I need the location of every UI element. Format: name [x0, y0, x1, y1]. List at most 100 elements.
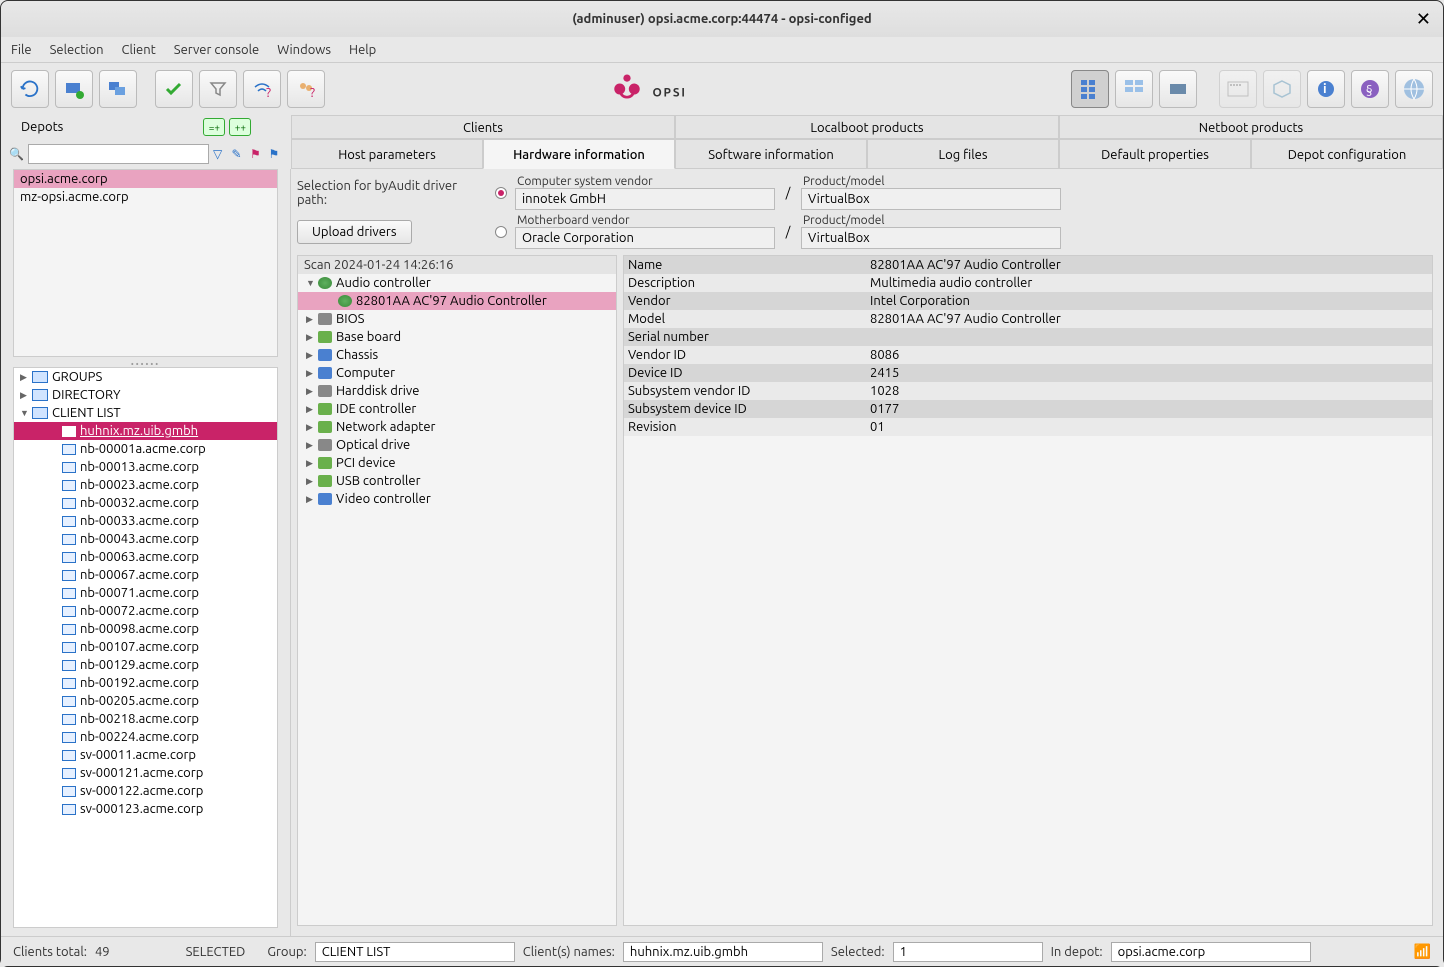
tab-host-params[interactable]: Host parameters — [291, 139, 483, 169]
view-server-icon[interactable] — [1159, 70, 1197, 108]
client-item[interactable]: nb-00098.acme.corp — [14, 620, 277, 638]
client-item[interactable]: sv-000121.acme.corp — [14, 764, 277, 782]
depot-plus-plus-button[interactable]: ++ — [229, 118, 251, 136]
client-item[interactable]: nb-00013.acme.corp — [14, 458, 277, 476]
multi-client-icon[interactable] — [99, 70, 137, 108]
cs-vendor-field[interactable] — [515, 188, 775, 210]
client-item[interactable]: nb-00224.acme.corp — [14, 728, 277, 746]
close-icon[interactable]: ✕ — [1416, 9, 1431, 30]
depot-eq-plus-button[interactable]: =+ — [203, 118, 225, 136]
client-item[interactable]: sv-000122.acme.corp — [14, 782, 277, 800]
tree-client-list[interactable]: ▼ CLIENT LIST — [14, 404, 277, 422]
hw-baseboard[interactable]: ▶Base board — [298, 328, 616, 346]
tab-hardware-info[interactable]: Hardware information — [483, 139, 675, 169]
client-item[interactable]: nb-00107.acme.corp — [14, 638, 277, 656]
radio-mb-vendor[interactable] — [495, 226, 507, 238]
client-item[interactable]: huhnix.mz.uib.gmbh — [14, 422, 277, 440]
client-item[interactable]: nb-00205.acme.corp — [14, 692, 277, 710]
tab-clients[interactable]: Clients — [291, 115, 675, 139]
tree-groups[interactable]: ▶ GROUPS — [14, 368, 277, 386]
hw-harddisk[interactable]: ▶Harddisk drive — [298, 382, 616, 400]
menu-windows[interactable]: Windows — [277, 43, 331, 57]
hw-ide[interactable]: ▶IDE controller — [298, 400, 616, 418]
depots-list[interactable]: opsi.acme.corpmz-opsi.acme.corp — [13, 169, 278, 357]
client-item[interactable]: nb-00072.acme.corp — [14, 602, 277, 620]
prop-row[interactable]: DescriptionMultimedia audio controller — [624, 274, 1432, 292]
sb-group-field[interactable] — [315, 942, 515, 962]
client-item[interactable]: sv-00011.acme.corp — [14, 746, 277, 764]
client-item[interactable]: nb-00043.acme.corp — [14, 530, 277, 548]
client-item[interactable]: nb-00218.acme.corp — [14, 710, 277, 728]
hw-netadapter[interactable]: ▶Network adapter — [298, 418, 616, 436]
hardware-tree[interactable]: Scan 2024-01-24 14:26:16 ▼Audio controll… — [297, 255, 617, 926]
tree-directory[interactable]: ▶ DIRECTORY — [14, 386, 277, 404]
tab-log-files[interactable]: Log files — [867, 139, 1059, 169]
tab-default-props[interactable]: Default properties — [1059, 139, 1251, 169]
prop-row[interactable]: Vendor ID8086 — [624, 346, 1432, 364]
package-icon[interactable] — [1263, 70, 1301, 108]
prop-row[interactable]: Subsystem device ID0177 — [624, 400, 1432, 418]
view-clients-icon[interactable] — [1071, 70, 1109, 108]
pm2-field[interactable] — [801, 227, 1061, 249]
depot-search-input[interactable] — [28, 144, 209, 164]
filter-icon[interactable] — [199, 70, 237, 108]
depot-item[interactable]: opsi.acme.corp — [14, 170, 277, 188]
client-item[interactable]: nb-00063.acme.corp — [14, 548, 277, 566]
sb-in-depot-field[interactable] — [1111, 942, 1311, 962]
new-client-icon[interactable] — [55, 70, 93, 108]
hw-computer[interactable]: ▶Computer — [298, 364, 616, 382]
sb-client-names-field[interactable] — [623, 942, 823, 962]
upload-drivers-button[interactable]: Upload drivers — [297, 220, 412, 244]
view-tiles-icon[interactable] — [1115, 70, 1153, 108]
client-item[interactable]: sv-000123.acme.corp — [14, 800, 277, 818]
prop-row[interactable]: Device ID2415 — [624, 364, 1432, 382]
pin-icon[interactable]: ✎ — [231, 147, 246, 161]
hw-optical[interactable]: ▶Optical drive — [298, 436, 616, 454]
prop-row[interactable]: Model82801AA AC'97 Audio Controller — [624, 310, 1432, 328]
client-item[interactable]: nb-00071.acme.corp — [14, 584, 277, 602]
tab-netboot[interactable]: Netboot products — [1059, 115, 1443, 139]
menu-file[interactable]: File — [11, 43, 32, 57]
hw-chassis[interactable]: ▶Chassis — [298, 346, 616, 364]
prop-row[interactable]: Name82801AA AC'97 Audio Controller — [624, 256, 1432, 274]
hw-audio-item[interactable]: 82801AA AC'97 Audio Controller — [298, 292, 616, 310]
flag2-icon[interactable]: ⚑ — [269, 147, 284, 161]
tab-software-info[interactable]: Software information — [675, 139, 867, 169]
sb-selected-count-field[interactable] — [893, 942, 1043, 962]
client-tree[interactable]: ▶ GROUPS ▶ DIRECTORY ▼ CLIENT LIST huhni… — [13, 367, 278, 928]
client-item[interactable]: nb-00033.acme.corp — [14, 512, 277, 530]
hw-usb[interactable]: ▶USB controller — [298, 472, 616, 490]
prop-row[interactable]: Serial number — [624, 328, 1432, 346]
prop-row[interactable]: Revision01 — [624, 418, 1432, 436]
wifi-query-icon[interactable]: ? — [243, 70, 281, 108]
client-item[interactable]: nb-00001a.acme.corp — [14, 440, 277, 458]
check-icon[interactable] — [155, 70, 193, 108]
depot-item[interactable]: mz-opsi.acme.corp — [14, 188, 277, 206]
users-query-icon[interactable]: ? — [287, 70, 325, 108]
license-icon[interactable]: § — [1351, 70, 1389, 108]
client-item[interactable]: nb-00192.acme.corp — [14, 674, 277, 692]
hw-bios[interactable]: ▶BIOS — [298, 310, 616, 328]
menu-help[interactable]: Help — [349, 43, 376, 57]
client-item[interactable]: nb-00129.acme.corp — [14, 656, 277, 674]
menu-selection[interactable]: Selection — [50, 43, 104, 57]
refresh-icon[interactable] — [11, 70, 49, 108]
filter-small-icon[interactable]: ▽ — [213, 147, 228, 161]
keyboard-icon[interactable] — [1219, 70, 1257, 108]
prop-row[interactable]: VendorIntel Corporation — [624, 292, 1432, 310]
prop-row[interactable]: Subsystem vendor ID1028 — [624, 382, 1432, 400]
menu-client[interactable]: Client — [122, 43, 156, 57]
menu-server-console[interactable]: Server console — [174, 43, 259, 57]
tab-depot-config[interactable]: Depot configuration — [1251, 139, 1443, 169]
search-icon[interactable]: 🔍 — [9, 147, 24, 161]
gear-info-icon[interactable]: i — [1307, 70, 1345, 108]
hw-video[interactable]: ▶Video controller — [298, 490, 616, 508]
hw-pci[interactable]: ▶PCI device — [298, 454, 616, 472]
radio-cs-vendor[interactable] — [495, 187, 507, 199]
client-item[interactable]: nb-00067.acme.corp — [14, 566, 277, 584]
client-item[interactable]: nb-00023.acme.corp — [14, 476, 277, 494]
tab-localboot[interactable]: Localboot products — [675, 115, 1059, 139]
flag1-icon[interactable]: ⚑ — [250, 147, 265, 161]
mb-vendor-field[interactable] — [515, 227, 775, 249]
globe-icon[interactable] — [1395, 70, 1433, 108]
